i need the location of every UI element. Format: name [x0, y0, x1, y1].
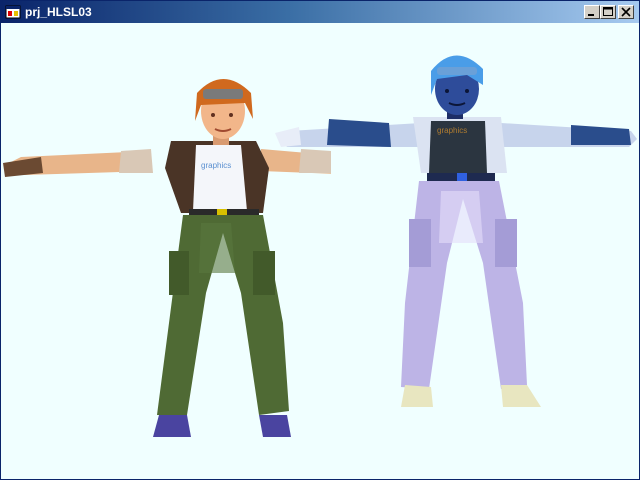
maximize-button[interactable]: [600, 5, 616, 19]
minimize-icon: [588, 14, 594, 16]
app-window: prj_HLSL03 graphics graphics: [0, 0, 640, 480]
maximize-icon: [603, 7, 613, 16]
close-icon: [621, 7, 631, 17]
shaded-character: graphics: [275, 55, 637, 407]
minimize-button[interactable]: [584, 5, 600, 19]
render-viewport[interactable]: graphics graphics: [1, 23, 639, 479]
svg-text:graphics: graphics: [201, 161, 231, 170]
svg-text:graphics: graphics: [437, 126, 467, 135]
app-window-icon[interactable]: [5, 4, 21, 20]
window-title: prj_HLSL03: [25, 5, 92, 19]
title-bar[interactable]: prj_HLSL03: [1, 1, 639, 23]
close-button[interactable]: [618, 5, 634, 19]
